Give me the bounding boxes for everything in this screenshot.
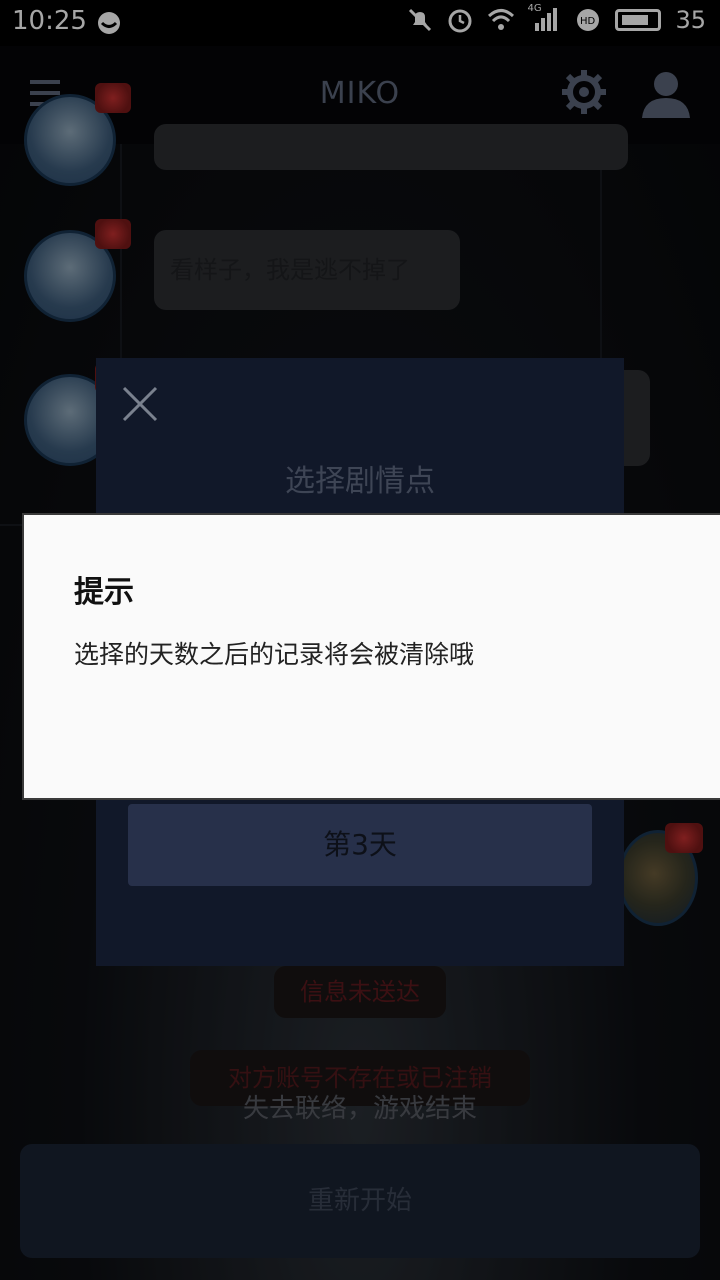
alert-message: 选择的天数之后的记录将会被清除哦 [74, 640, 475, 669]
dialog-title: 选择剧情点 [285, 464, 435, 499]
close-icon[interactable] [120, 384, 160, 424]
alert-dialog: 提示 选择的天数之后的记录将会被清除哦 [22, 513, 720, 800]
alert-title: 提示 [74, 575, 134, 610]
day-option-button[interactable]: 第3天 [128, 804, 592, 886]
